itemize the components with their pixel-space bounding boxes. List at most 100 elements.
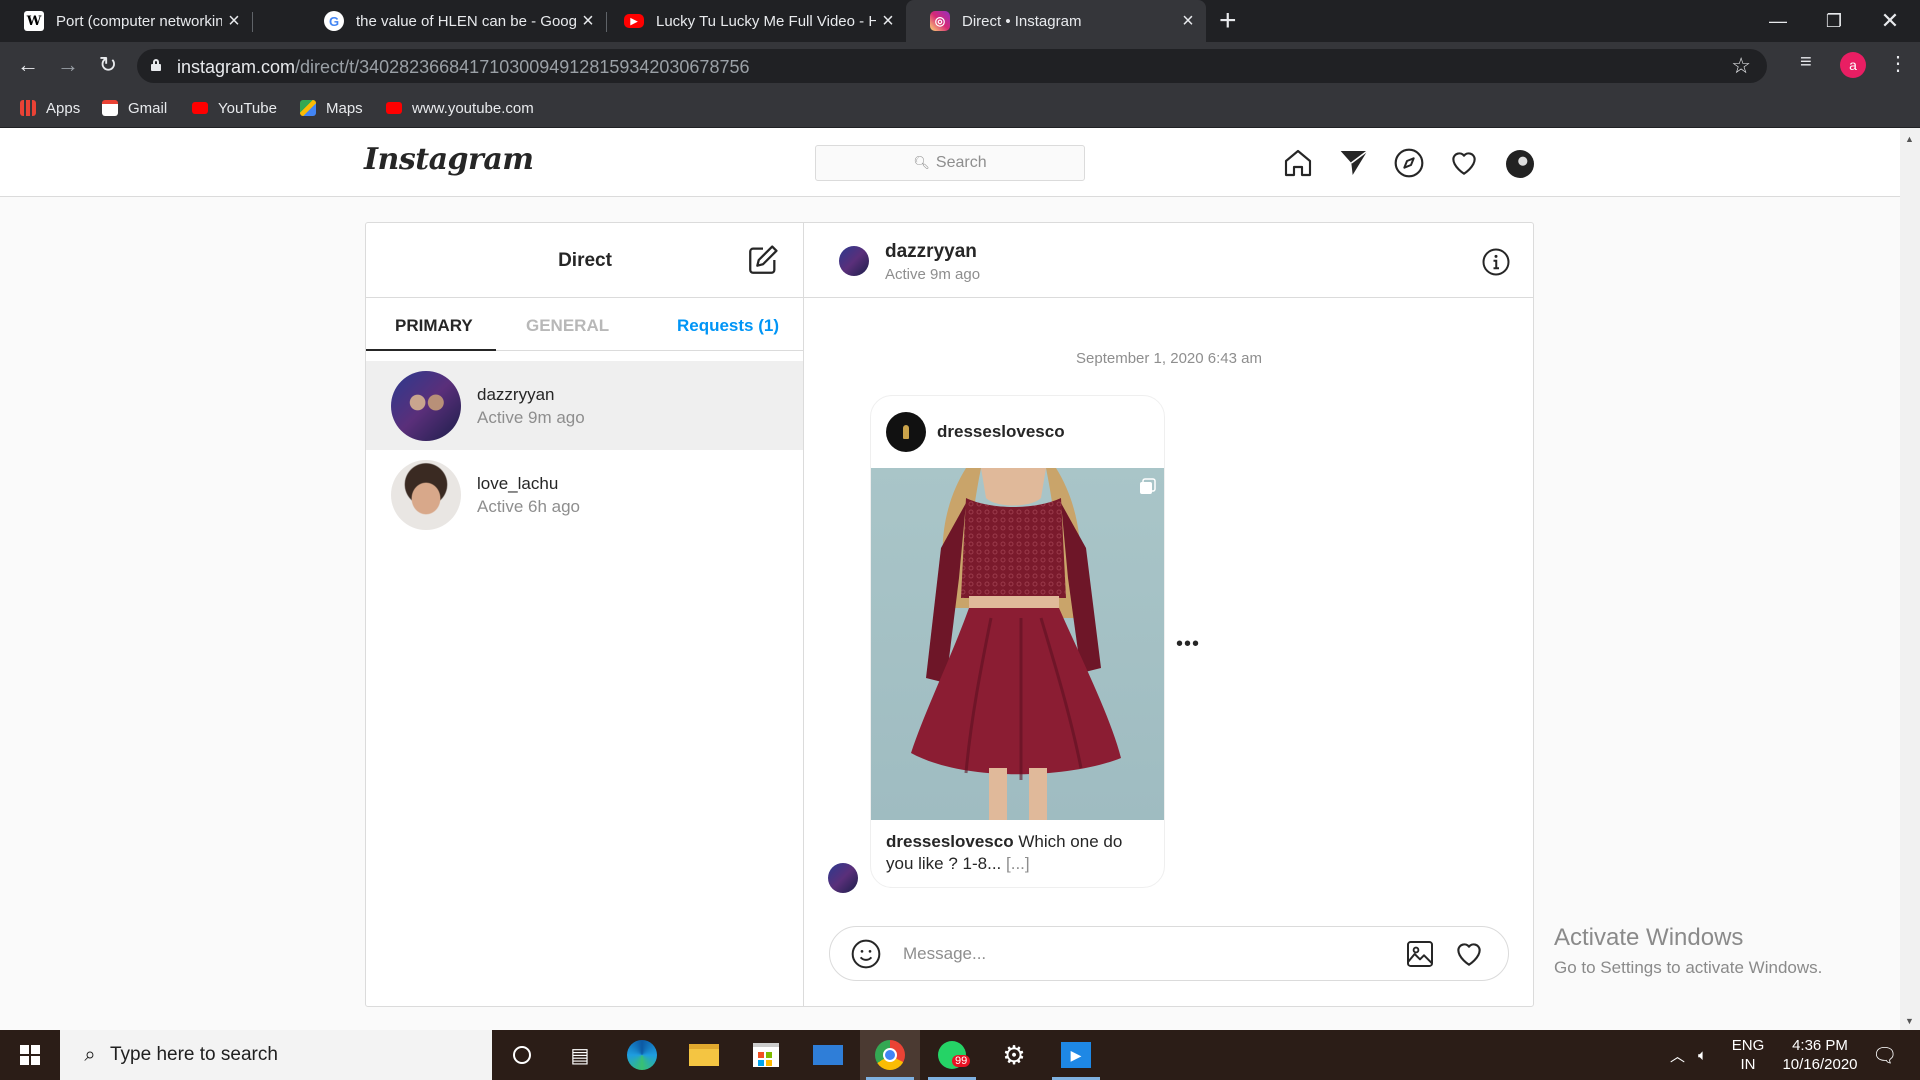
thread-item-love-lachu[interactable]: love_lachu Active 6h ago (366, 450, 803, 539)
back-icon[interactable]: ← (14, 51, 42, 79)
file-explorer-icon[interactable] (674, 1030, 734, 1080)
tab-title: Direct • Instagram (962, 12, 1082, 30)
address-bar[interactable]: instagram.com/direct/t/34028236684171030… (137, 49, 1767, 83)
show-hidden-icons[interactable]: ︿ (1670, 1030, 1685, 1080)
page-title: Direct (558, 250, 612, 271)
avatar (391, 371, 461, 441)
forward-icon[interactable]: → (54, 51, 82, 79)
more-options-icon[interactable]: ••• (1176, 633, 1200, 656)
browser-tab-youtube[interactable]: ▶ Lucky Tu Lucky Me Full Video - H × (600, 0, 906, 42)
task-view-icon[interactable]: ▤ (550, 1030, 610, 1080)
search-icon: ⌕ (84, 1043, 96, 1066)
bookmark-apps[interactable]: Apps (20, 88, 80, 128)
windows-start-icon[interactable] (0, 1030, 60, 1080)
apps-grid-icon (20, 100, 36, 116)
edge-icon[interactable] (612, 1030, 672, 1080)
google-icon: G (324, 11, 344, 31)
notification-badge: 99 (952, 1055, 971, 1067)
url-text: instagram.com/direct/t/34028236684171030… (177, 57, 750, 77)
avatar (886, 412, 926, 452)
input-language[interactable]: ENG IN (1728, 1036, 1768, 1074)
browser-toolbar: ← → ↻ instagram.com/direct/t/34028236684… (0, 42, 1920, 88)
page-scrollbar[interactable]: ▲ ▼ (1900, 128, 1920, 1030)
instagram-icon: ◎ (930, 11, 950, 31)
whatsapp-icon[interactable]: 99 (922, 1030, 982, 1080)
reload-icon[interactable]: ↻ (94, 51, 122, 79)
info-icon[interactable] (1481, 247, 1511, 277)
direct-send-icon[interactable] (1338, 147, 1370, 179)
inbox-sidebar: Direct PRIMARY GENERAL Requests (1) dazz… (366, 223, 804, 1006)
close-tab-icon[interactable]: × (1176, 10, 1200, 33)
settings-gear-icon[interactable]: ⚙ (984, 1030, 1044, 1080)
bookmark-star-icon[interactable]: ☆ (1731, 53, 1751, 79)
restore-icon[interactable]: ❐ (1806, 0, 1862, 42)
close-tab-icon[interactable]: × (876, 10, 900, 33)
conversation-status: Active 9m ago (885, 266, 981, 283)
dress-photo (911, 468, 1121, 820)
message-composer (829, 926, 1509, 981)
bookmark-gmail[interactable]: Gmail (102, 88, 167, 128)
image-upload-icon[interactable] (1404, 938, 1436, 970)
new-message-icon[interactable] (746, 243, 780, 277)
tab-primary[interactable]: PRIMARY (395, 316, 473, 336)
inbox-header: Direct (366, 223, 803, 298)
close-tab-icon[interactable]: × (222, 10, 246, 33)
post-account-name[interactable]: dresseslovesco (937, 422, 1065, 442)
chrome-menu-icon[interactable]: ⋮ (1888, 51, 1908, 76)
system-clock[interactable]: 4:36 PM 10/16/2020 (1770, 1036, 1870, 1074)
media-queue-icon[interactable]: ≡ (1800, 51, 1812, 74)
like-heart-icon[interactable] (1453, 938, 1485, 970)
tab-requests[interactable]: Requests (1) (677, 316, 779, 336)
tab-title: Lucky Tu Lucky Me Full Video - H (656, 12, 876, 30)
instagram-search[interactable]: 🔍︎ Search (815, 145, 1085, 181)
shared-post-card[interactable]: dresseslovesco dresseslovesco Which one … (870, 395, 1165, 888)
tab-general[interactable]: GENERAL (526, 316, 609, 336)
conversation-header: dazzryyan Active 9m ago (804, 223, 1534, 298)
thread-item-dazzryyan[interactable]: dazzryyan Active 9m ago (366, 361, 803, 450)
instagram-logo[interactable]: Instagram (364, 142, 534, 177)
explore-compass-icon[interactable] (1393, 147, 1425, 179)
notifications-icon[interactable]: 🗨︎ (1872, 1030, 1897, 1080)
media-player-icon[interactable]: ▶ (1046, 1030, 1106, 1080)
youtube-icon (386, 102, 402, 114)
post-image[interactable] (871, 468, 1164, 820)
active-tab-indicator (366, 349, 496, 351)
profile-avatar[interactable]: a (1840, 52, 1866, 78)
home-icon[interactable] (1282, 147, 1314, 179)
caption-more[interactable]: [...] (1006, 854, 1030, 873)
avatar (828, 863, 858, 893)
cortana-icon[interactable] (492, 1030, 552, 1080)
mail-icon[interactable] (798, 1030, 858, 1080)
close-window-icon[interactable]: ✕ (1862, 0, 1918, 42)
taskbar-search[interactable]: ⌕ Type here to search (60, 1030, 492, 1080)
activity-heart-icon[interactable] (1448, 147, 1480, 179)
youtube-icon: ▶ (624, 14, 644, 28)
tab-title: the value of HLEN can be - Goog (356, 12, 576, 30)
thread-status: Active 9m ago (477, 408, 585, 427)
bookmark-maps[interactable]: Maps (300, 88, 363, 128)
volume-icon[interactable]: 🔈︎ (1698, 1030, 1707, 1080)
chrome-icon[interactable] (860, 1030, 920, 1080)
avatar[interactable] (839, 246, 869, 276)
carousel-icon (1140, 478, 1156, 494)
message-timestamp: September 1, 2020 6:43 am (1076, 350, 1262, 367)
store-icon[interactable] (736, 1030, 796, 1080)
browser-tab-instagram[interactable]: ◎ Direct • Instagram × (906, 0, 1206, 42)
bookmark-youtube-site[interactable]: www.youtube.com (386, 88, 534, 128)
bookmark-youtube[interactable]: YouTube (192, 88, 277, 128)
browser-tab-google[interactable]: G the value of HLEN can be - Goog × (300, 0, 606, 42)
profile-avatar[interactable] (1506, 150, 1534, 178)
conversation-pane: dazzryyan Active 9m ago September 1, 202… (804, 223, 1534, 1006)
wikipedia-icon: W (24, 11, 44, 31)
instagram-header: Instagram 🔍︎ Search (0, 128, 1900, 197)
new-tab-button[interactable]: + (1219, 6, 1237, 36)
search-icon: 🔍︎ (913, 155, 930, 170)
youtube-icon (192, 102, 208, 114)
close-tab-icon[interactable]: × (576, 10, 600, 33)
message-input[interactable] (903, 942, 1383, 966)
caption-username[interactable]: dresseslovesco (886, 832, 1014, 851)
conversation-name[interactable]: dazzryyan (885, 241, 977, 263)
browser-tab-wikipedia[interactable]: W Port (computer networking) - Wi × (0, 0, 252, 42)
minimize-icon[interactable]: — (1750, 0, 1806, 42)
emoji-icon[interactable] (850, 938, 882, 970)
